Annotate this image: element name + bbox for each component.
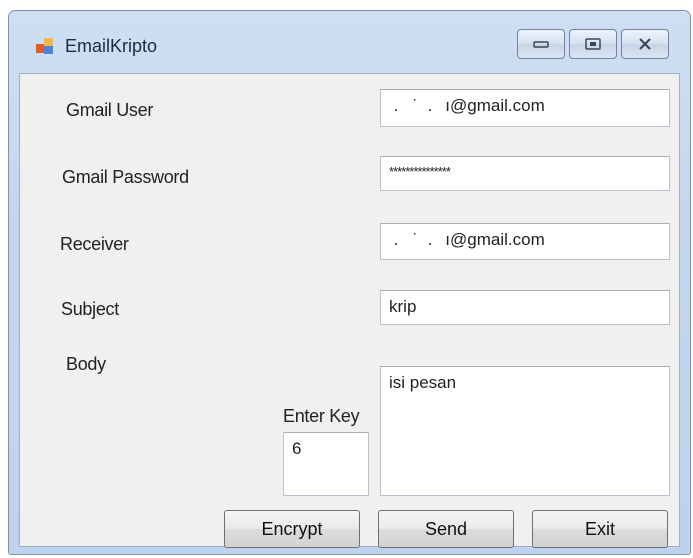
key-input[interactable]: 6 bbox=[283, 432, 369, 496]
enter-key-label: Enter Key bbox=[283, 406, 360, 426]
form-client-area: Gmail User . ˙ . ı@gmail.com Gmail Passw… bbox=[19, 73, 680, 548]
body-textarea[interactable]: isi pesan bbox=[380, 366, 670, 496]
exit-button[interactable]: Exit bbox=[532, 510, 668, 548]
app-icon bbox=[35, 36, 55, 56]
gmail-password-input[interactable]: *************** bbox=[380, 156, 670, 191]
gmail-password-label: Gmail Password bbox=[62, 167, 189, 187]
maximize-button[interactable] bbox=[569, 29, 617, 59]
receiver-label: Receiver bbox=[60, 234, 129, 254]
minimize-button[interactable] bbox=[517, 29, 565, 59]
title-bar[interactable]: EmailKripto bbox=[9, 11, 690, 81]
subject-input[interactable]: krip bbox=[380, 290, 670, 325]
gmail-user-label: Gmail User bbox=[66, 100, 154, 120]
close-icon bbox=[639, 38, 651, 50]
window-title: EmailKripto bbox=[65, 36, 158, 56]
minimize-icon bbox=[533, 41, 549, 48]
maximize-icon bbox=[585, 38, 601, 50]
subject-label: Subject bbox=[61, 299, 119, 319]
close-button[interactable] bbox=[621, 29, 669, 59]
encrypt-button[interactable]: Encrypt bbox=[224, 510, 360, 548]
gmail-user-input[interactable]: . ˙ . ı@gmail.com bbox=[380, 89, 670, 127]
send-button[interactable]: Send bbox=[378, 510, 514, 548]
receiver-input[interactable]: . ˙ . ı@gmail.com bbox=[380, 223, 670, 260]
app-window: EmailKripto Gmail User . ˙ . ı@gmail.com… bbox=[8, 10, 691, 555]
body-label: Body bbox=[66, 354, 106, 374]
